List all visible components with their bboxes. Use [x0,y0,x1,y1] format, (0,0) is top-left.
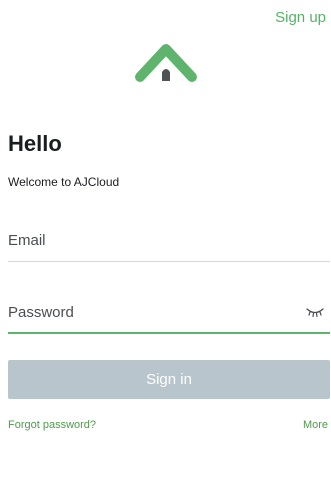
forgot-password-link[interactable]: Forgot password? [8,419,96,431]
signin-button[interactable]: Sign in [8,360,330,399]
signup-link[interactable]: Sign up [275,9,326,26]
email-underline [8,261,330,262]
house-roof-icon [135,44,197,82]
email-input[interactable] [8,226,298,254]
password-field[interactable] [8,298,330,334]
eye-closed-icon[interactable] [306,306,324,318]
email-field[interactable] [8,226,330,262]
greeting-title: Hello [8,131,62,156]
welcome-subtitle: Welcome to AJCloud [8,175,120,189]
more-link[interactable]: More [303,419,328,431]
password-underline [8,332,330,334]
password-input[interactable] [8,298,298,326]
